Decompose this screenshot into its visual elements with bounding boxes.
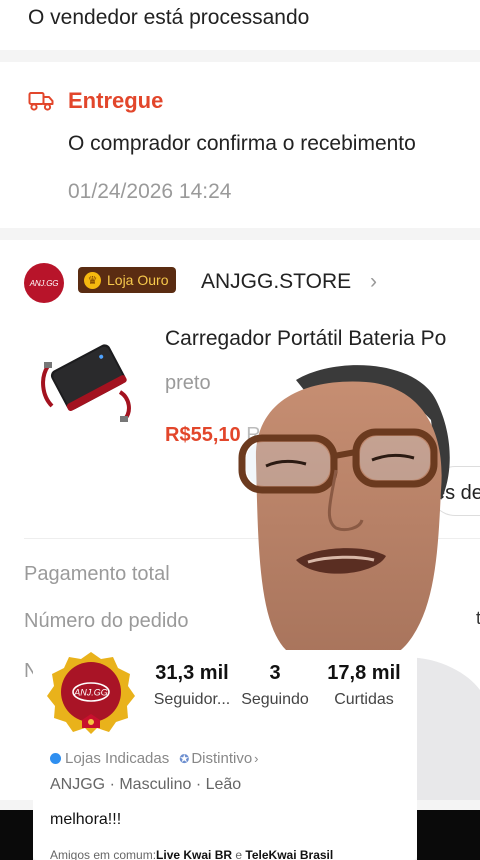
following-label: Seguindo [241, 691, 309, 708]
profile-popup-card: ANJ.GG 31,3 mil Seguidor... 3 Seguindo 1… [33, 650, 417, 860]
recommended-stores-tag: Lojas Indicadas [65, 750, 170, 767]
delivery-status-card: Entregue O comprador confirma o recebime… [0, 62, 480, 228]
likes-count: 17,8 mil [327, 662, 401, 684]
product-price-value: R$55,10 [165, 424, 241, 446]
badge-icon: ✪ [179, 751, 190, 766]
crown-coin-icon: ♛ [84, 271, 101, 289]
product-variant: preto [165, 372, 211, 394]
profile-bio: melhora!!! [50, 811, 122, 828]
followers-stat[interactable]: 31,3 mil Seguidor... [146, 662, 238, 709]
processing-status-text: O vendedor está processando [28, 6, 310, 29]
delivered-description: O comprador confirma o recebimento [68, 132, 416, 155]
mutual-prefix: Amigos em comum: [50, 848, 157, 860]
total-payment-label: Pagamento total [24, 563, 170, 585]
following-count: 3 [269, 662, 281, 684]
store-logo-text: ANJ.GG [29, 278, 59, 288]
distinction-tag: Distintivo [191, 750, 253, 767]
store-name-link[interactable]: ANJGG.STORE [201, 270, 351, 294]
video-bar-right [417, 810, 480, 860]
delivered-timestamp: 01/24/2026 14:24 [68, 180, 232, 203]
mutual-friend-2[interactable]: TeleKwai Brasil [245, 848, 333, 860]
order-number-label: Número do pedido [24, 610, 189, 632]
delivered-title: Entregue [68, 88, 164, 113]
truck-icon [28, 92, 54, 111]
gold-store-badge: ♛ Loja Ouro [78, 267, 177, 293]
likes-label: Curtidas [334, 691, 394, 708]
chevron-right-icon[interactable]: › [370, 270, 377, 294]
following-stat[interactable]: 3 Seguindo [236, 662, 314, 709]
likes-stat[interactable]: 17,8 mil Curtidas [316, 662, 412, 709]
product-title[interactable]: Carregador Portátil Bateria Po [165, 327, 480, 351]
delivered-row: Entregue [28, 88, 163, 114]
profile-meta: ANJGG · Masculino · Leão [50, 776, 242, 793]
gold-store-label: Loja Ouro [107, 272, 169, 288]
store-logo[interactable]: ANJ.GG [24, 263, 64, 303]
product-image[interactable] [34, 326, 140, 432]
mutual-separator: e [232, 848, 246, 860]
svg-text:ANJ.GG: ANJ.GG [73, 688, 108, 698]
mutual-friend-1[interactable]: Live Kwai BR [156, 848, 232, 860]
followers-count: 31,3 mil [155, 662, 229, 684]
followers-label: Seguidor... [153, 691, 231, 708]
video-bar-left [0, 810, 33, 860]
profile-avatar[interactable]: ANJ.GG [45, 650, 137, 734]
verified-icon [50, 753, 61, 764]
chevron-right-icon: › [254, 751, 259, 766]
processing-card: O vendedor está processando [0, 0, 480, 50]
profile-tags-row[interactable]: Lojas Indicadas ✪ Distintivo › [50, 750, 259, 767]
order-detail-screen: O vendedor está processando Entregue O c… [0, 0, 480, 860]
mutual-friends[interactable]: Amigos em comum:Live Kwai BR e TeleKwai … [50, 848, 333, 860]
